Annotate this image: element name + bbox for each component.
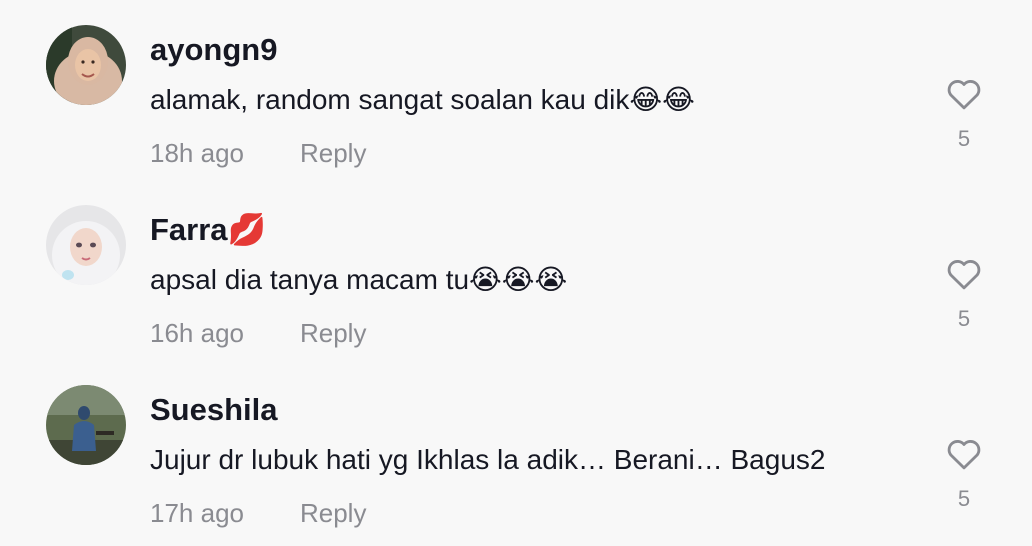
reply-button[interactable]: Reply <box>300 138 366 168</box>
comment-timestamp: 17h ago <box>150 498 244 528</box>
like-count: 5 <box>957 486 971 511</box>
heart-outline-icon[interactable] <box>944 434 984 474</box>
comment-meta: 16h ago Reply <box>150 317 366 349</box>
comment-text: apsal dia tanya macam tu😭😭😭 <box>150 264 568 295</box>
comment-list: ayongn9 alamak, random sangat soalan kau… <box>0 0 1032 546</box>
like-count: 5 <box>957 126 971 151</box>
comment-username[interactable]: Farra💋 <box>150 210 266 250</box>
comment-timestamp: 18h ago <box>150 138 244 168</box>
woman-in-hijab-avatar-image <box>46 25 126 105</box>
illustrated-woman-in-hijab-avatar-image <box>46 205 126 285</box>
comment-meta: 18h ago Reply <box>150 137 366 169</box>
comment-item: ayongn9 alamak, random sangat soalan kau… <box>0 0 1032 180</box>
comment-timestamp: 16h ago <box>150 318 244 348</box>
avatar[interactable] <box>46 385 126 465</box>
reply-button[interactable]: Reply <box>300 498 366 528</box>
heart-outline-icon[interactable] <box>944 254 984 294</box>
person-sitting-outdoors-avatar-image <box>46 385 126 465</box>
comment-username[interactable]: Sueshila <box>150 390 278 430</box>
comment-text: alamak, random sangat soalan kau dik😂😂 <box>150 84 695 115</box>
like-count: 5 <box>957 306 971 331</box>
comment-username[interactable]: ayongn9 <box>150 30 277 70</box>
reply-button[interactable]: Reply <box>300 318 366 348</box>
comment-item: Sueshila Jujur dr lubuk hati yg Ikhlas l… <box>0 360 1032 540</box>
avatar[interactable] <box>46 25 126 105</box>
comment-item: Farra💋 apsal dia tanya macam tu😭😭😭 16h a… <box>0 180 1032 360</box>
heart-outline-icon[interactable] <box>944 74 984 114</box>
comment-meta: 17h ago Reply <box>150 497 366 529</box>
avatar[interactable] <box>46 205 126 285</box>
comment-text: Jujur dr lubuk hati yg Ikhlas la adik… B… <box>150 444 826 475</box>
